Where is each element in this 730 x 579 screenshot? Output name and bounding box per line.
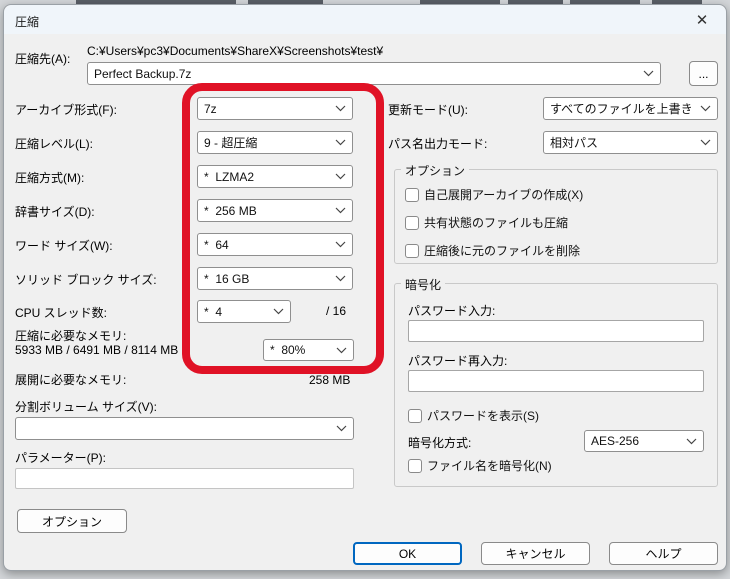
show-password-checkbox-label: パスワードを表示(S) (427, 409, 539, 423)
memory-decompress-value: 258 MB (309, 373, 351, 387)
compression-method-select[interactable]: * LZMA2 (197, 165, 353, 188)
compression-method-value: * LZMA2 (204, 169, 255, 184)
cancel-button[interactable]: キャンセル (481, 542, 590, 565)
options-group-title: オプション (401, 162, 470, 179)
delete-after-checkbox-row[interactable]: 圧縮後に元のファイルを削除 (405, 242, 580, 259)
sfx-checkbox-label: 自己展開アーカイブの作成(X) (424, 188, 584, 202)
chevron-down-icon (700, 105, 711, 112)
dictionary-size-select[interactable]: * 256 MB (197, 199, 353, 222)
path-mode-select[interactable]: 相対パス (543, 131, 718, 154)
password-repeat-label: パスワード再入力: (408, 354, 508, 368)
password-label: パスワード入力: (408, 304, 496, 318)
compression-level-label: 圧縮レベル(L): (15, 137, 94, 151)
chevron-down-icon (335, 241, 346, 248)
browse-button[interactable]: ... (689, 61, 718, 86)
sfx-checkbox-row[interactable]: 自己展開アーカイブの作成(X) (405, 186, 583, 203)
screen: 圧縮 ✕ 圧縮先(A): C:¥Users¥pc3¥Documents¥Shar… (0, 0, 730, 579)
archive-format-label: アーカイブ形式(F): (15, 103, 117, 117)
compress-dialog: 圧縮 ✕ 圧縮先(A): C:¥Users¥pc3¥Documents¥Shar… (3, 4, 727, 571)
delete-after-checkbox[interactable] (405, 243, 419, 258)
memory-decompress-label: 展開に必要なメモリ: (15, 373, 127, 387)
sfx-checkbox[interactable] (405, 187, 419, 202)
encrypt-names-checkbox-label: ファイル名を暗号化(N) (427, 459, 552, 473)
close-icon[interactable]: ✕ (686, 7, 718, 32)
chevron-down-icon (273, 308, 284, 315)
chevron-down-icon (700, 139, 711, 146)
cpu-threads-label: CPU スレッド数: (15, 306, 108, 320)
encryption-method-select[interactable]: AES-256 (584, 430, 704, 452)
delete-after-checkbox-label: 圧縮後に元のファイルを削除 (424, 244, 581, 258)
memory-percent-value: * 80% (270, 343, 306, 357)
solid-block-size-label: ソリッド ブロック サイズ: (15, 273, 157, 287)
destination-path: C:¥Users¥pc3¥Documents¥ShareX¥Screenshot… (87, 44, 384, 58)
cpu-threads-max: / 16 (326, 304, 347, 318)
update-mode-label: 更新モード(U): (388, 103, 468, 117)
cpu-threads-select[interactable]: * 4 (197, 300, 291, 323)
split-volume-combobox[interactable] (15, 417, 354, 440)
encrypt-names-checkbox-row[interactable]: ファイル名を暗号化(N) (408, 457, 552, 474)
compression-level-value: 9 - 超圧縮 (204, 136, 258, 150)
parameters-label: パラメーター(P): (15, 451, 106, 465)
archive-format-select[interactable]: 7z (197, 97, 353, 120)
password-input[interactable] (408, 320, 704, 342)
compression-level-select[interactable]: 9 - 超圧縮 (197, 131, 353, 154)
update-mode-value: すべてのファイルを上書き (550, 102, 693, 116)
cpu-threads-value: * 4 (204, 304, 223, 319)
memory-compress-values: 5933 MB / 6491 MB / 8114 MB (15, 343, 179, 357)
shared-files-checkbox[interactable] (405, 215, 419, 230)
path-mode-label: パス名出力モード: (388, 137, 488, 151)
split-volume-label: 分割ボリューム サイズ(V): (15, 400, 157, 414)
chevron-down-icon (643, 70, 654, 77)
solid-block-size-select[interactable]: * 16 GB (197, 267, 353, 290)
compression-method-label: 圧縮方式(M): (15, 171, 85, 185)
ok-button[interactable]: OK (353, 542, 462, 565)
word-size-select[interactable]: * 64 (197, 233, 353, 256)
chevron-down-icon (336, 425, 347, 432)
shared-files-checkbox-row[interactable]: 共有状態のファイルも圧縮 (405, 214, 568, 231)
show-password-checkbox-row[interactable]: パスワードを表示(S) (408, 407, 539, 424)
show-password-checkbox[interactable] (408, 408, 422, 423)
options-button[interactable]: オプション (17, 509, 127, 533)
chevron-down-icon (335, 105, 346, 112)
update-mode-select[interactable]: すべてのファイルを上書き (543, 97, 718, 120)
help-button[interactable]: ヘルプ (609, 542, 718, 565)
dialog-title: 圧縮 (15, 15, 40, 29)
parameters-input[interactable] (15, 468, 354, 489)
chevron-down-icon (335, 139, 346, 146)
encryption-group-title: 暗号化 (401, 276, 446, 293)
word-size-value: * 64 (204, 237, 229, 252)
word-size-label: ワード サイズ(W): (15, 239, 113, 253)
solid-block-size-value: * 16 GB (204, 271, 250, 286)
encrypt-names-checkbox[interactable] (408, 458, 422, 473)
memory-compress-label: 圧縮に必要なメモリ: (15, 329, 127, 343)
dictionary-size-label: 辞書サイズ(D): (15, 205, 95, 219)
chevron-down-icon (335, 173, 346, 180)
encryption-method-value: AES-256 (591, 434, 640, 448)
dictionary-size-value: * 256 MB (204, 203, 257, 218)
archive-name-value: Perfect Backup.7z (94, 66, 192, 81)
encryption-method-label: 暗号化方式: (408, 436, 472, 450)
archive-format-value: 7z (204, 101, 217, 116)
chevron-down-icon (686, 438, 697, 444)
archive-name-combobox[interactable]: Perfect Backup.7z (87, 62, 661, 85)
password-repeat-input[interactable] (408, 370, 704, 392)
path-mode-value: 相対パス (550, 136, 599, 150)
memory-percent-select[interactable]: * 80% (263, 339, 354, 361)
shared-files-checkbox-label: 共有状態のファイルも圧縮 (424, 216, 569, 230)
destination-label: 圧縮先(A): (15, 52, 71, 66)
chevron-down-icon (336, 347, 347, 353)
title-bar: 圧縮 ✕ (4, 5, 726, 34)
chevron-down-icon (335, 275, 346, 282)
chevron-down-icon (335, 207, 346, 214)
